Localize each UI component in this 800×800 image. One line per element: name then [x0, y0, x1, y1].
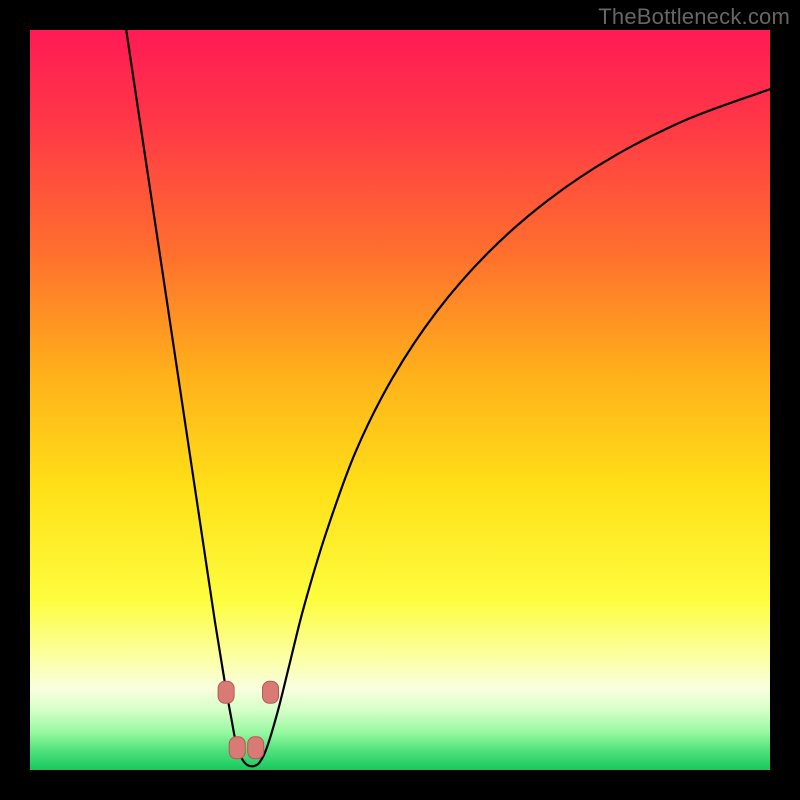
watermark-text: TheBottleneck.com	[598, 4, 790, 30]
curve-path	[126, 30, 770, 766]
curve-marker	[263, 681, 279, 703]
curve-marker	[218, 681, 234, 703]
plot-area	[30, 30, 770, 770]
chart-frame: TheBottleneck.com	[0, 0, 800, 800]
curve-marker	[229, 737, 245, 759]
curve-marker	[248, 737, 264, 759]
bottleneck-curve	[30, 30, 770, 770]
markers-group	[218, 681, 278, 759]
